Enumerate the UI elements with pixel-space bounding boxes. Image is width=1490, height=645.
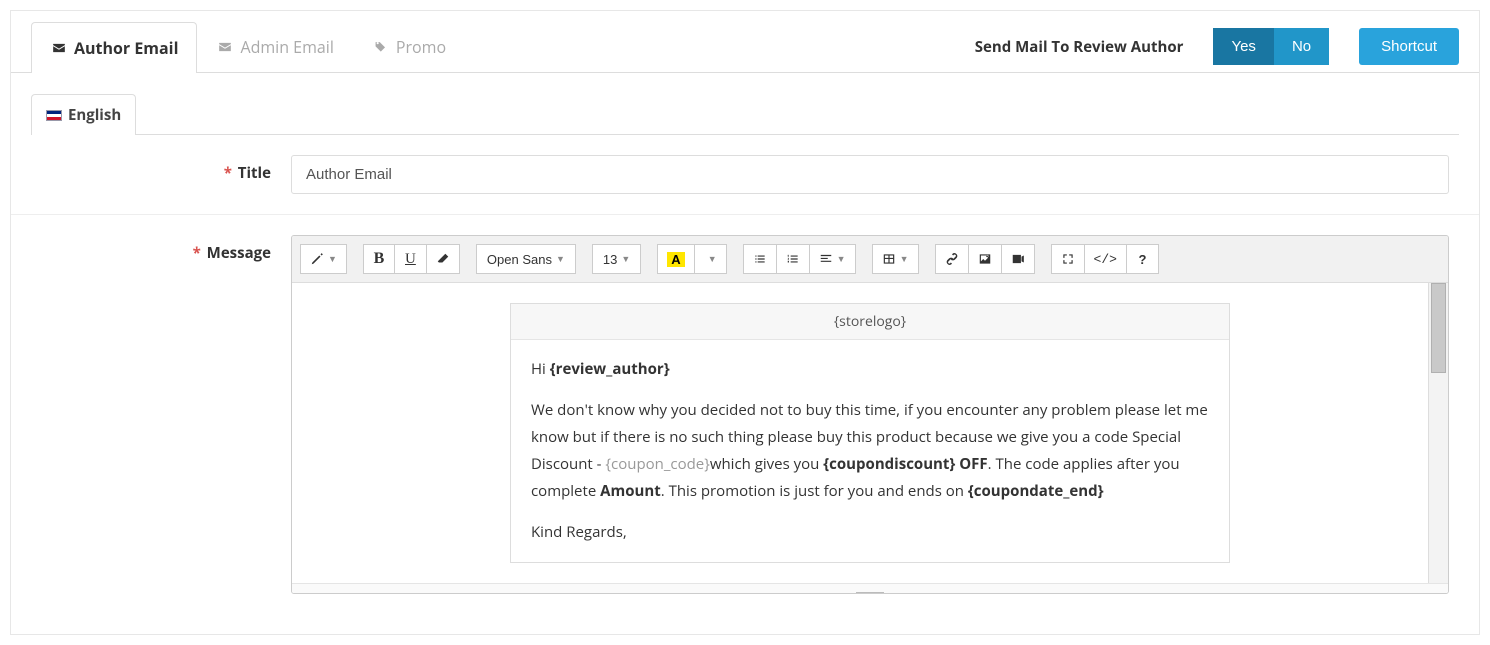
language-label: English (68, 105, 121, 125)
mail-body: Hi {review_author} We don't know why you… (511, 340, 1229, 562)
send-mail-label: Send Mail To Review Author (975, 37, 1184, 57)
image-icon (978, 252, 992, 266)
table-icon (882, 252, 896, 266)
language-tabs-row: English (31, 93, 1459, 135)
tab-label: Admin Email (240, 36, 333, 58)
underline-button[interactable]: U (395, 244, 427, 274)
wysiwyg-editor: ▼ B U Open Sans▼ 13▼ A ▼ (291, 235, 1449, 594)
video-button[interactable] (1002, 244, 1035, 274)
flag-icon (46, 110, 62, 121)
link-icon (945, 252, 959, 266)
language-tab-english[interactable]: English (31, 94, 136, 135)
title-input[interactable] (291, 155, 1449, 194)
shortcut-button[interactable]: Shortcut (1359, 28, 1459, 65)
envelope-icon (216, 40, 234, 54)
panel: Author Email Admin Email Promo Send Mail… (10, 10, 1480, 635)
align-icon (819, 252, 833, 266)
fullscreen-button[interactable] (1051, 244, 1085, 274)
video-icon (1011, 252, 1025, 266)
top-tabs: Author Email Admin Email Promo (31, 21, 465, 72)
editor-resize-handle[interactable] (292, 583, 1448, 593)
font-color-caret[interactable]: ▼ (695, 244, 727, 274)
envelope-icon (50, 41, 68, 55)
help-button[interactable]: ? (1127, 244, 1159, 274)
align-button[interactable]: ▼ (810, 244, 856, 274)
editor-content[interactable]: {storelogo} Hi {review_author} We don't … (292, 283, 1448, 583)
font-family-select[interactable]: Open Sans▼ (476, 244, 576, 274)
font-color-button[interactable]: A (657, 244, 694, 274)
ol-button[interactable] (777, 244, 810, 274)
title-row: * Title (11, 135, 1479, 215)
fullscreen-icon (1061, 252, 1075, 266)
magic-icon (310, 252, 324, 266)
tab-label: Promo (396, 36, 446, 58)
bold-button[interactable]: B (363, 244, 395, 274)
mail-template: {storelogo} Hi {review_author} We don't … (510, 303, 1230, 563)
ul-button[interactable] (743, 244, 777, 274)
list-ul-icon (753, 252, 767, 266)
editor-toolbar: ▼ B U Open Sans▼ 13▼ A ▼ (292, 236, 1448, 283)
magic-button[interactable]: ▼ (300, 244, 347, 274)
scroll-thumb[interactable] (1431, 283, 1446, 373)
message-label: * Message (41, 235, 291, 263)
eraser-icon (436, 252, 450, 266)
right-controls: Send Mail To Review Author Yes No Shortc… (975, 28, 1459, 65)
send-mail-toggle: Yes No (1213, 28, 1329, 65)
mail-logo-row: {storelogo} (511, 304, 1229, 340)
editor-scrollbar[interactable] (1428, 283, 1448, 583)
tag-icon (372, 40, 390, 54)
code-view-button[interactable]: </> (1085, 244, 1127, 274)
tab-promo[interactable]: Promo (353, 21, 465, 72)
message-row: * Message ▼ B U Open Sans▼ 1 (11, 215, 1479, 614)
toggle-yes[interactable]: Yes (1213, 28, 1273, 65)
tab-admin-email[interactable]: Admin Email (197, 21, 352, 72)
tab-label: Author Email (74, 37, 178, 59)
toggle-no[interactable]: No (1274, 28, 1329, 65)
title-label: * Title (41, 155, 291, 183)
font-size-select[interactable]: 13▼ (592, 244, 641, 274)
image-button[interactable] (969, 244, 1002, 274)
tab-author-email[interactable]: Author Email (31, 22, 197, 73)
top-tabs-row: Author Email Admin Email Promo Send Mail… (11, 21, 1479, 73)
eraser-button[interactable] (427, 244, 460, 274)
link-button[interactable] (935, 244, 969, 274)
table-button[interactable]: ▼ (872, 244, 919, 274)
list-ol-icon (786, 252, 800, 266)
